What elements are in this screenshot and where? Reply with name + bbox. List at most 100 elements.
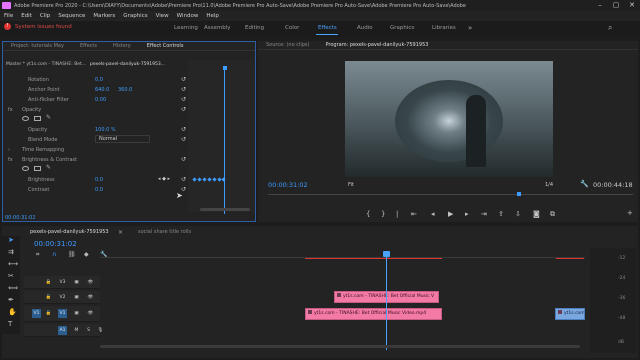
- more-workspaces-icon[interactable]: »: [468, 24, 472, 32]
- lock-icon[interactable]: 🔒: [44, 293, 53, 302]
- fit-dropdown[interactable]: Fit: [348, 182, 354, 188]
- wrench-icon[interactable]: 🔧: [580, 180, 589, 188]
- fx-brightness-section[interactable]: fx: [8, 157, 13, 163]
- marker-icon[interactable]: ◆: [84, 251, 89, 258]
- comparison-view-icon[interactable]: ⧉: [550, 210, 555, 219]
- tab-history[interactable]: History: [105, 43, 139, 49]
- tab-sequence[interactable]: pexels-pavel-danilyuk-7591953: [30, 229, 109, 235]
- reset-icon[interactable]: ↺: [181, 156, 186, 163]
- reset-icon[interactable]: ↺: [181, 136, 186, 143]
- go-to-in-icon[interactable]: |: [396, 210, 398, 218]
- track-header-v2[interactable]: 🔒 V2 ▣ 👁: [24, 291, 100, 304]
- go-to-out-point-icon[interactable]: ⇥: [481, 210, 487, 218]
- workspace-assembly[interactable]: Assembly: [204, 25, 231, 31]
- eye-icon[interactable]: 👁: [86, 278, 95, 287]
- mark-out-icon[interactable]: }: [381, 210, 385, 218]
- step-forward-icon[interactable]: ▸: [465, 210, 469, 218]
- tab-project[interactable]: Project: tutorials May: [3, 43, 72, 49]
- menu-file[interactable]: File: [4, 13, 13, 19]
- menu-window[interactable]: Window: [177, 13, 199, 19]
- sync-lock-icon[interactable]: ▣: [72, 309, 81, 318]
- reset-icon[interactable]: ↺: [181, 106, 186, 113]
- tab-social-share[interactable]: social share title rolls: [138, 229, 191, 235]
- source-patch-v1[interactable]: V1: [32, 309, 41, 318]
- clip-v1-tail[interactable]: yt1s.com: [555, 308, 585, 320]
- workspace-graphics[interactable]: Graphics: [390, 25, 414, 31]
- resolution-dropdown[interactable]: 1/4: [545, 182, 553, 188]
- step-back-icon[interactable]: ◂: [431, 210, 435, 218]
- reset-icon[interactable]: ↺: [181, 86, 186, 93]
- mute-button[interactable]: M: [72, 326, 81, 335]
- mark-in-icon[interactable]: {: [366, 210, 370, 218]
- workspace-learning[interactable]: Learning: [174, 25, 198, 31]
- search-icon[interactable]: ⌕: [608, 23, 612, 33]
- tab-source[interactable]: Source: (no clips): [258, 42, 317, 48]
- tab-program[interactable]: Program: pexels-pavel-danilyuk-7591953: [317, 42, 436, 48]
- monitor-playhead[interactable]: [517, 192, 521, 196]
- menu-sequence[interactable]: Sequence: [58, 13, 85, 19]
- type-tool-icon[interactable]: T: [8, 320, 12, 328]
- workspace-libraries[interactable]: Libraries: [432, 25, 456, 31]
- track-header-a1[interactable]: A1 M S 🎙: [24, 324, 103, 337]
- maximize-icon[interactable]: ▢: [608, 0, 624, 11]
- system-issues[interactable]: ! System issues found: [4, 23, 72, 30]
- workspace-color[interactable]: Color: [285, 25, 299, 31]
- track-a1-label[interactable]: A1: [58, 326, 67, 335]
- linked-selection-icon[interactable]: ⛓: [68, 251, 76, 258]
- selection-tool-icon[interactable]: ➤: [8, 236, 14, 244]
- anchor-y-value[interactable]: 360.0: [118, 87, 132, 93]
- ellipse-mask-icon[interactable]: [22, 116, 29, 121]
- lock-icon[interactable]: 🔒: [44, 309, 53, 318]
- timeline-timecode[interactable]: 00:00:31:02: [34, 240, 77, 248]
- timeline-zoom-scrollbar[interactable]: [100, 345, 580, 348]
- brightness-value[interactable]: 0.0: [95, 177, 103, 183]
- pen-tool-icon[interactable]: ✒: [8, 296, 14, 304]
- opacity-value[interactable]: 100.0 %: [95, 127, 116, 133]
- keyframe-area[interactable]: [188, 60, 254, 212]
- slip-tool-icon[interactable]: ⟺: [8, 284, 18, 292]
- track-header-v1[interactable]: V1 🔒 V1 ▣ 👁: [24, 306, 100, 322]
- menu-markers[interactable]: Markers: [93, 13, 115, 19]
- clip-v1[interactable]: yt1s.com - TINASHE: Bet Official Music V…: [305, 308, 442, 320]
- go-to-in-point-icon[interactable]: ⇤: [411, 210, 417, 218]
- tab-effects[interactable]: Effects: [72, 43, 105, 49]
- program-current-time[interactable]: 00:00:31:02: [268, 181, 308, 189]
- solo-button[interactable]: S: [84, 326, 93, 335]
- extract-icon[interactable]: ⇩: [515, 210, 521, 218]
- rectangle-mask-icon[interactable]: [34, 166, 41, 171]
- track-v1-label[interactable]: V1: [58, 309, 67, 318]
- anchor-x-value[interactable]: 640.0: [95, 87, 109, 93]
- anti-flicker-value[interactable]: 0.00: [95, 97, 106, 103]
- eye-icon[interactable]: 👁: [86, 309, 95, 318]
- sequence-clip-label[interactable]: pexels-pavel-danilyuk-7591953...: [90, 62, 165, 67]
- pen-mask-icon[interactable]: ✎: [46, 114, 51, 121]
- menu-graphics[interactable]: Graphics: [123, 13, 147, 19]
- lift-icon[interactable]: ⇪: [498, 210, 504, 218]
- reset-icon[interactable]: ↺: [181, 176, 186, 183]
- play-icon[interactable]: ▶: [448, 210, 453, 218]
- reset-icon[interactable]: ↺: [181, 126, 186, 133]
- rotation-value[interactable]: 0.0: [95, 77, 103, 83]
- timeline-ruler[interactable]: [100, 248, 585, 258]
- monitor-timebar[interactable]: [268, 194, 633, 195]
- fx-opacity-section[interactable]: fx: [8, 107, 13, 113]
- close-icon[interactable]: ✕: [624, 0, 640, 11]
- master-clip-label[interactable]: Master * yt1s.com - TINASHE: Bet...: [6, 62, 86, 67]
- menu-clip[interactable]: Clip: [40, 13, 50, 19]
- pen-mask-icon[interactable]: ✎: [46, 164, 51, 171]
- eye-icon[interactable]: 👁: [86, 293, 95, 302]
- microphone-icon[interactable]: 🎙: [96, 326, 105, 335]
- hand-tool-icon[interactable]: ✋: [8, 308, 17, 316]
- track-select-tool-icon[interactable]: ⇉: [8, 248, 14, 256]
- sync-lock-icon[interactable]: ▣: [72, 278, 81, 287]
- workspace-editing[interactable]: Editing: [245, 25, 264, 31]
- track-header-v3[interactable]: 🔒 V3 ▣ 👁: [24, 276, 100, 289]
- contrast-value[interactable]: 0.0: [95, 187, 103, 193]
- reset-icon[interactable]: ↺: [181, 96, 186, 103]
- razor-tool-icon[interactable]: ✂: [8, 272, 14, 280]
- menu-help[interactable]: Help: [206, 13, 219, 19]
- time-remapping-toggle[interactable]: ›: [8, 147, 10, 153]
- minimize-icon[interactable]: –: [592, 0, 608, 11]
- timeline-playhead[interactable]: [386, 254, 387, 350]
- tab-effect-controls[interactable]: Effect Controls: [139, 43, 192, 49]
